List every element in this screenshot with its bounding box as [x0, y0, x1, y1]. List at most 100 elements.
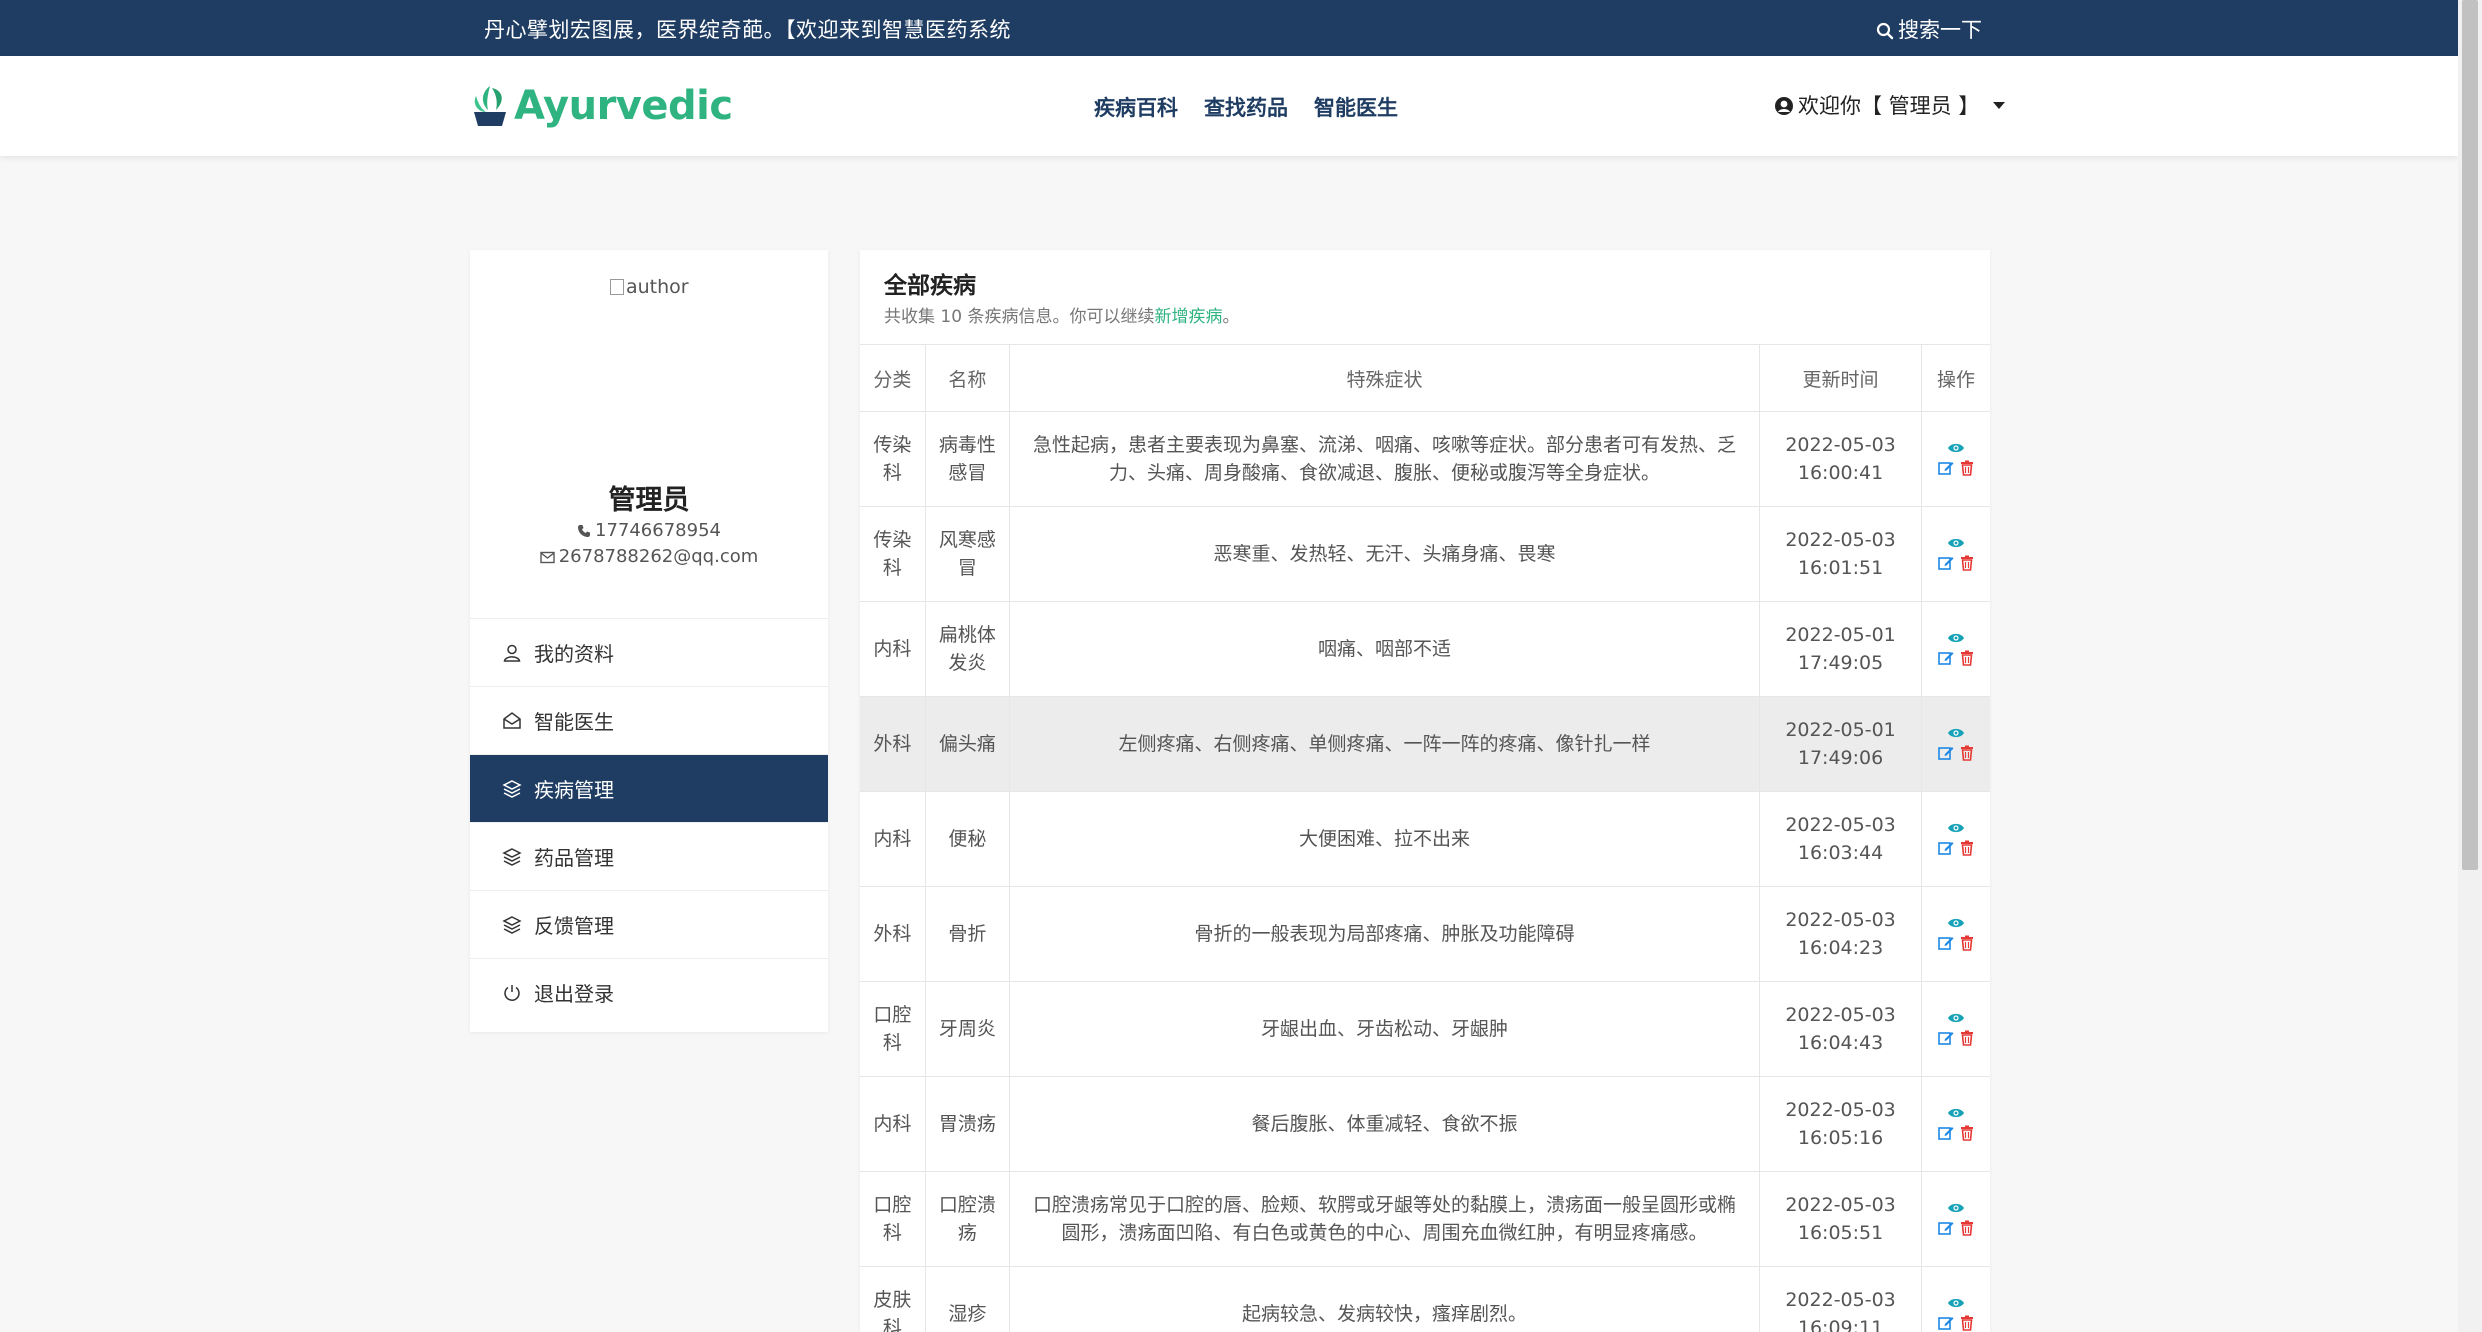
edit-icon[interactable]: [1938, 745, 1954, 761]
delete-icon[interactable]: [1960, 1125, 1974, 1141]
cell-symptoms: 牙龈出血、牙齿松动、牙龈肿: [1009, 981, 1761, 1077]
updated-time: 16:04:43: [1797, 1032, 1884, 1054]
sidebar-menu: 我的资料智能医生疾病管理 药品管理 反馈管理 退出登录: [470, 618, 828, 1026]
view-icon[interactable]: [1947, 1107, 1965, 1119]
cell-name: 偏头痛: [925, 696, 1010, 792]
edit-icon[interactable]: [1938, 1220, 1954, 1236]
search-link[interactable]: 搜索一下: [1876, 14, 1982, 44]
table-row: 口腔科 口腔溃疡 口腔溃疡常见于口腔的唇、脸颊、软腭或牙龈等处的黏膜上，溃疡面一般呈…: [860, 1171, 1990, 1267]
sidebar-item-disease-management[interactable]: 疾病管理: [470, 754, 828, 822]
layers-icon: [502, 847, 534, 867]
add-disease-link[interactable]: 新增疾病: [1154, 307, 1222, 327]
nav-find-medicine[interactable]: 查找药品: [1204, 92, 1288, 122]
nav-disease-encyclopedia[interactable]: 疾病百科: [1094, 92, 1178, 122]
updated-date: 2022-05-03: [1785, 1289, 1896, 1311]
avatar: author: [610, 276, 689, 298]
cell-updated: 2022-05-03 16:04:23: [1759, 886, 1922, 982]
cell-name: 胃溃疡: [925, 1076, 1010, 1172]
cell-name: 风寒感冒: [925, 506, 1010, 602]
cell-category: 外科: [860, 886, 926, 982]
cell-name: 便秘: [925, 791, 1010, 887]
edit-icon[interactable]: [1938, 1315, 1954, 1331]
disease-panel: 全部疾病 共收集 10 条疾病信息。你可以继续新增疾病。 分类 名称 特殊症状 …: [860, 250, 1990, 1332]
user-icon: [502, 643, 534, 663]
table-row: 内科 胃溃疡 餐后腹胀、体重减轻、食欲不振 2022-05-03 16:05:16: [860, 1076, 1990, 1172]
updated-date: 2022-05-01: [1785, 719, 1896, 741]
cell-updated: 2022-05-03 16:04:43: [1759, 981, 1922, 1077]
table-row: 内科 便秘 大便困难、拉不出来 2022-05-03 16:03:44: [860, 791, 1990, 887]
nav-smart-doctor[interactable]: 智能医生: [1314, 92, 1398, 122]
phone-icon: [578, 525, 590, 537]
view-icon[interactable]: [1947, 917, 1965, 929]
view-icon[interactable]: [1947, 1297, 1965, 1309]
cell-category: 内科: [860, 1076, 926, 1172]
delete-icon[interactable]: [1960, 1030, 1974, 1046]
cell-updated: 2022-05-03 16:00:41: [1759, 411, 1922, 507]
sidebar-item-smart-doctor[interactable]: 智能医生: [470, 686, 828, 754]
header-actions: 操作: [1921, 344, 1990, 412]
edit-icon[interactable]: [1938, 650, 1954, 666]
view-icon[interactable]: [1947, 1012, 1965, 1024]
delete-icon[interactable]: [1960, 555, 1974, 571]
table-row: 内科 扁桃体发炎 咽痛、咽部不适 2022-05-01 17:49:05: [860, 601, 1990, 697]
cell-symptoms: 急性起病，患者主要表现为鼻塞、流涕、咽痛、咳嗽等症状。部分患者可有发热、乏力、头…: [1009, 411, 1761, 507]
view-icon[interactable]: [1947, 442, 1965, 454]
main-navbar: Ayurvedic 疾病百科 查找药品 智能医生 欢迎你【 管理员 】: [0, 56, 2458, 156]
delete-icon[interactable]: [1960, 935, 1974, 951]
delete-icon[interactable]: [1960, 1220, 1974, 1236]
cell-name: 湿疹: [925, 1266, 1010, 1332]
view-icon[interactable]: [1947, 727, 1965, 739]
cell-actions: [1921, 886, 1990, 982]
profile-email: 2678788262@qq.com: [470, 546, 828, 567]
view-icon[interactable]: [1947, 632, 1965, 644]
updated-time: 16:05:51: [1797, 1222, 1884, 1244]
nav-links: 疾病百科 查找药品 智能医生: [1094, 92, 1398, 122]
subtitle-suffix: 。: [1222, 307, 1240, 327]
table-header-row: 分类 名称 特殊症状 更新时间 操作: [860, 344, 1990, 412]
cell-symptoms: 左侧疼痛、右侧疼痛、单侧疼痛、一阵一阵的疼痛、像针扎一样: [1009, 696, 1761, 792]
profile-phone: 17746678954: [470, 520, 828, 541]
updated-date: 2022-05-03: [1785, 1004, 1896, 1026]
delete-icon[interactable]: [1960, 650, 1974, 666]
scrollbar-thumb[interactable]: [2462, 0, 2478, 870]
header-symptoms: 特殊症状: [1009, 344, 1761, 412]
table-row: 口腔科 牙周炎 牙龈出血、牙齿松动、牙龈肿 2022-05-03 16:04:43: [860, 981, 1990, 1077]
updated-time: 16:01:51: [1797, 557, 1884, 579]
cell-category: 传染科: [860, 411, 926, 507]
edit-icon[interactable]: [1938, 555, 1954, 571]
cell-actions: [1921, 411, 1990, 507]
site-logo[interactable]: Ayurvedic: [470, 78, 733, 134]
delete-icon[interactable]: [1960, 745, 1974, 761]
edit-icon[interactable]: [1938, 460, 1954, 476]
cell-symptoms: 口腔溃疡常见于口腔的唇、脸颊、软腭或牙龈等处的黏膜上，溃疡面一般呈圆形或椭圆形，…: [1009, 1171, 1761, 1267]
edit-icon[interactable]: [1938, 1030, 1954, 1046]
cell-name: 病毒性感冒: [925, 411, 1010, 507]
header-name: 名称: [925, 344, 1010, 412]
delete-icon[interactable]: [1960, 840, 1974, 856]
sidebar-item-feedback-management[interactable]: 反馈管理: [470, 890, 828, 958]
sidebar-item-label: 智能医生: [534, 710, 614, 734]
updated-date: 2022-05-03: [1785, 814, 1896, 836]
user-label: 欢迎你【 管理员 】: [1798, 94, 1980, 118]
cell-actions: [1921, 1171, 1990, 1267]
view-icon[interactable]: [1947, 822, 1965, 834]
edit-icon[interactable]: [1938, 935, 1954, 951]
updated-date: 2022-05-03: [1785, 1194, 1896, 1216]
sidebar-item-medicine-management[interactable]: 药品管理: [470, 822, 828, 890]
page-scrollbar[interactable]: [2458, 0, 2482, 1332]
cell-name: 牙周炎: [925, 981, 1010, 1077]
envelope-open-icon: [502, 711, 534, 731]
view-icon[interactable]: [1947, 1202, 1965, 1214]
edit-icon[interactable]: [1938, 840, 1954, 856]
cell-symptoms: 餐后腹胀、体重减轻、食欲不振: [1009, 1076, 1761, 1172]
edit-icon[interactable]: [1938, 1125, 1954, 1141]
user-dropdown[interactable]: 欢迎你【 管理员 】: [1774, 90, 2006, 120]
view-icon[interactable]: [1947, 537, 1965, 549]
delete-icon[interactable]: [1960, 1315, 1974, 1331]
panel-subtitle: 共收集 10 条疾病信息。你可以继续新增疾病。: [884, 302, 1966, 327]
delete-icon[interactable]: [1960, 460, 1974, 476]
cell-category: 内科: [860, 791, 926, 887]
sidebar-item-logout[interactable]: 退出登录: [470, 958, 828, 1026]
sidebar-item-my-profile[interactable]: 我的资料: [470, 618, 828, 686]
cell-name: 骨折: [925, 886, 1010, 982]
